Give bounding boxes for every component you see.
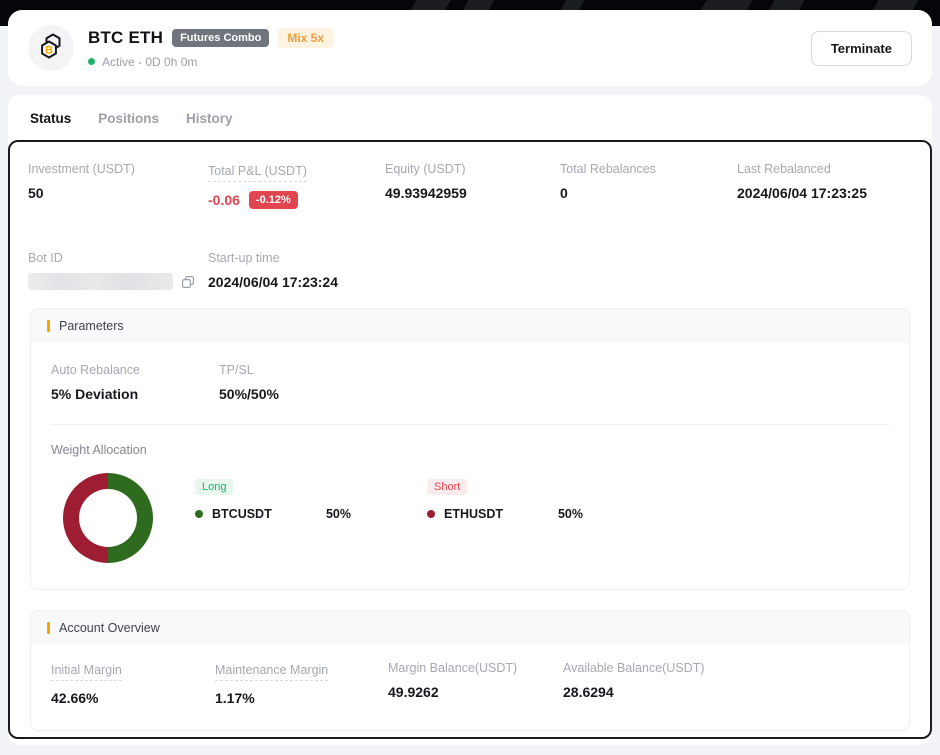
investment-label: Investment (USDT) bbox=[28, 162, 208, 176]
stat-bot-id: Bot ID bbox=[28, 251, 208, 290]
total-pnl-value: -0.06 bbox=[208, 192, 240, 208]
auto-rebalance-value: 5% Deviation bbox=[51, 386, 219, 402]
stat-initial-margin: Initial Margin 42.66% bbox=[51, 661, 215, 706]
leverage-badge: Mix 5x bbox=[278, 28, 333, 48]
ethusdt-dot-icon bbox=[427, 510, 435, 518]
available-balance-value: 28.6294 bbox=[563, 684, 889, 700]
bot-avatar: B bbox=[28, 25, 74, 71]
active-status-dot bbox=[88, 58, 95, 65]
section-accent-bar bbox=[47, 320, 50, 332]
stat-investment: Investment (USDT) 50 bbox=[28, 162, 208, 209]
ethusdt-weight: 50% bbox=[558, 507, 583, 521]
parameters-header: Parameters bbox=[31, 309, 909, 343]
account-overview-fields: Initial Margin 42.66% Maintenance Margin… bbox=[31, 645, 909, 730]
stats-row-1: Investment (USDT) 50 Total P&L (USDT) -0… bbox=[10, 142, 930, 209]
btcusdt-weight: 50% bbox=[326, 507, 351, 521]
account-overview-card: Account Overview Initial Margin 42.66% M… bbox=[30, 610, 910, 731]
section-accent-bar bbox=[47, 622, 50, 634]
legend-item-ethusdt: ETHUSDT 50% bbox=[427, 507, 597, 521]
account-overview-header: Account Overview bbox=[31, 611, 909, 645]
parameters-card: Parameters Auto Rebalance 5% Deviation T… bbox=[30, 308, 910, 590]
status-panel: Investment (USDT) 50 Total P&L (USDT) -0… bbox=[8, 140, 932, 739]
last-rebalanced-value: 2024/06/04 17:23:25 bbox=[737, 185, 910, 201]
investment-value: 50 bbox=[28, 185, 208, 201]
bot-details-card: Status Positions History Investment (USD… bbox=[8, 95, 932, 745]
margin-balance-label: Margin Balance(USDT) bbox=[388, 661, 563, 675]
long-chip: Long bbox=[195, 479, 233, 495]
stat-total-rebalances: Total Rebalances 0 bbox=[560, 162, 737, 209]
tp-sl-label: TP/SL bbox=[219, 363, 889, 377]
startup-time-value: 2024/06/04 17:23:24 bbox=[208, 274, 385, 290]
stat-total-pnl: Total P&L (USDT) -0.06 -0.12% bbox=[208, 162, 385, 209]
total-rebalances-value: 0 bbox=[560, 185, 737, 201]
bot-title: BTC ETH bbox=[88, 28, 163, 48]
total-pnl-percent-badge: -0.12% bbox=[249, 191, 298, 209]
stats-row-2: Bot ID Start-up time 2024/06/04 17:23:24 bbox=[10, 231, 930, 290]
total-rebalances-label: Total Rebalances bbox=[560, 162, 737, 176]
parameters-title: Parameters bbox=[59, 319, 124, 333]
stat-last-rebalanced: Last Rebalanced 2024/06/04 17:23:25 bbox=[737, 162, 910, 209]
weight-allocation-title: Weight Allocation bbox=[51, 443, 889, 457]
terminate-button[interactable]: Terminate bbox=[811, 31, 912, 66]
tab-status[interactable]: Status bbox=[30, 111, 71, 126]
legend-item-btcusdt: BTCUSDT 50% bbox=[195, 507, 365, 521]
initial-margin-value: 42.66% bbox=[51, 690, 215, 706]
parameters-fields: Auto Rebalance 5% Deviation TP/SL 50%/50… bbox=[51, 343, 889, 425]
stat-maintenance-margin: Maintenance Margin 1.17% bbox=[215, 661, 388, 706]
short-chip: Short bbox=[427, 479, 467, 495]
stat-available-balance: Available Balance(USDT) 28.6294 bbox=[563, 661, 889, 706]
bot-header-card: B BTC ETH Futures Combo Mix 5x Active - … bbox=[8, 10, 932, 86]
stat-startup-time: Start-up time 2024/06/04 17:23:24 bbox=[208, 251, 385, 290]
weight-allocation-donut-chart bbox=[63, 473, 153, 563]
account-overview-title: Account Overview bbox=[59, 621, 160, 635]
maintenance-margin-value: 1.17% bbox=[215, 690, 388, 706]
weight-allocation-section: Weight Allocation Long BTCUSDT 50% bbox=[31, 425, 909, 589]
tab-history[interactable]: History bbox=[186, 111, 233, 126]
copy-icon[interactable] bbox=[181, 275, 195, 289]
bot-type-badge: Futures Combo bbox=[172, 29, 269, 47]
legend-long-column: Long BTCUSDT 50% bbox=[195, 477, 365, 521]
stat-margin-balance: Margin Balance(USDT) 49.9262 bbox=[388, 661, 563, 706]
stat-equity: Equity (USDT) 49.93942959 bbox=[385, 162, 560, 209]
bot-id-label: Bot ID bbox=[28, 251, 208, 265]
available-balance-label: Available Balance(USDT) bbox=[563, 661, 889, 675]
tabbar: Status Positions History bbox=[8, 95, 932, 140]
last-rebalanced-label: Last Rebalanced bbox=[737, 162, 910, 176]
startup-time-label: Start-up time bbox=[208, 251, 385, 265]
btcusdt-dot-icon bbox=[195, 510, 203, 518]
param-auto-rebalance: Auto Rebalance 5% Deviation bbox=[51, 363, 219, 402]
tab-positions[interactable]: Positions bbox=[98, 111, 159, 126]
legend-short-column: Short ETHUSDT 50% bbox=[427, 477, 597, 521]
btcusdt-symbol: BTCUSDT bbox=[212, 507, 272, 521]
auto-rebalance-label: Auto Rebalance bbox=[51, 363, 219, 377]
equity-label: Equity (USDT) bbox=[385, 162, 560, 176]
maintenance-margin-label[interactable]: Maintenance Margin bbox=[215, 663, 328, 681]
param-tp-sl: TP/SL 50%/50% bbox=[219, 363, 889, 402]
total-pnl-label[interactable]: Total P&L (USDT) bbox=[208, 164, 307, 182]
futures-combo-bot-icon: B bbox=[35, 30, 67, 67]
svg-text:B: B bbox=[45, 44, 53, 56]
tp-sl-value: 50%/50% bbox=[219, 386, 889, 402]
weight-allocation-legend: Long BTCUSDT 50% Short ETHUSDT bbox=[195, 477, 597, 521]
bot-id-redacted-value bbox=[28, 273, 173, 290]
margin-balance-value: 49.9262 bbox=[388, 684, 563, 700]
initial-margin-label[interactable]: Initial Margin bbox=[51, 663, 122, 681]
ethusdt-symbol: ETHUSDT bbox=[444, 507, 503, 521]
status-text: Active - 0D 0h 0m bbox=[102, 55, 197, 69]
equity-value: 49.93942959 bbox=[385, 185, 560, 201]
